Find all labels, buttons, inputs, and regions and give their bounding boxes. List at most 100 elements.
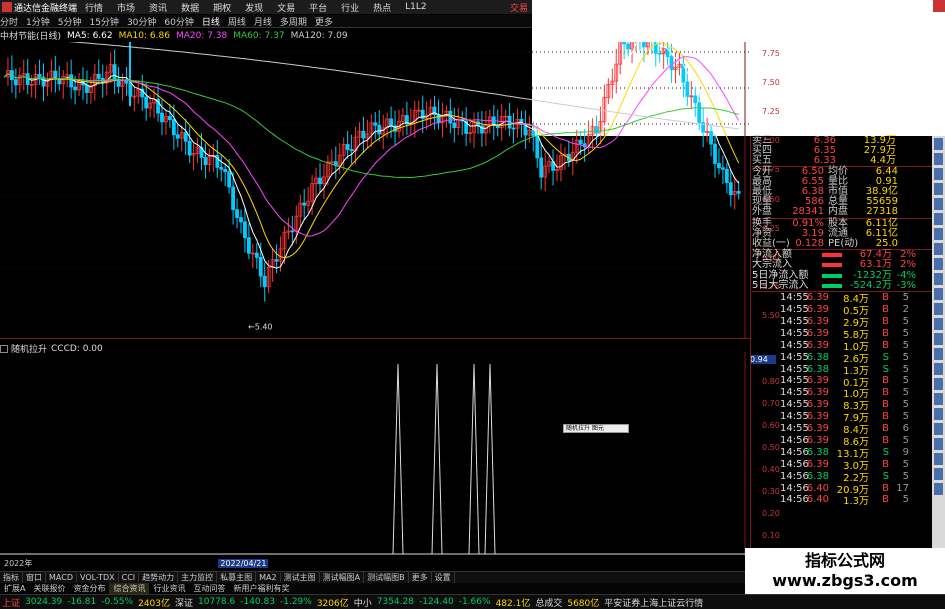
sidebar-button[interactable]	[934, 183, 943, 195]
indicator-tabs: 指标 窗口 MACD VOL-TDX CCI 趋势动力 主力监控 私募主图 MA2 测试主图 测试幅…	[0, 571, 750, 583]
indicator-tab[interactable]: 更多	[409, 572, 432, 583]
period-tab[interactable]: 5分钟	[58, 15, 82, 28]
flow-pct: -3%	[896, 279, 916, 291]
menu-item[interactable]: 行情	[85, 1, 103, 14]
sidebar-button[interactable]	[934, 453, 943, 465]
menu-item[interactable]: 行业	[341, 1, 359, 14]
tick-time: 14:55	[780, 411, 809, 423]
sidebar-button[interactable]	[934, 408, 943, 420]
sidebar-button[interactable]	[934, 288, 943, 300]
sidebar-button[interactable]	[934, 318, 943, 330]
sidebar-button[interactable]	[934, 153, 943, 165]
zx-amount: 482.1亿	[495, 598, 531, 609]
stat-label: 内盘	[828, 206, 848, 218]
ticks-list[interactable]: 14:55 6.39 8.4万 B 5 14:55 6.39 0.5万 B 2 14:55 6.39 2…	[752, 290, 932, 507]
menu-item[interactable]: 发现	[245, 1, 263, 14]
indicator-tab[interactable]: 指标	[0, 572, 23, 583]
sidebar-button[interactable]	[934, 273, 943, 285]
period-tab[interactable]: 周线	[228, 15, 246, 28]
indicator-tab[interactable]: MA2	[256, 573, 281, 582]
sidebar-button[interactable]	[934, 303, 943, 315]
cccd-spike	[468, 363, 480, 555]
sidebar-button[interactable]	[934, 423, 943, 435]
indicator-tab[interactable]: 主力监控	[178, 572, 218, 583]
zx-change: -124.40	[418, 597, 454, 607]
info-tab[interactable]: 互动问答	[189, 583, 229, 594]
sidebar-button[interactable]	[934, 468, 943, 480]
stat-label: 外盘	[752, 206, 772, 218]
sz-pct: -1.29%	[279, 597, 312, 607]
indicator-tab[interactable]: 窗口	[23, 572, 46, 583]
zx-value: 7354.28	[376, 597, 414, 607]
period-tab[interactable]: 15分钟	[89, 15, 118, 28]
sidebar-button[interactable]	[934, 138, 943, 150]
indicator-tab[interactable]: MACD	[46, 573, 77, 582]
period-tab[interactable]: 30分钟	[127, 15, 156, 28]
sidebar-button[interactable]	[934, 483, 943, 495]
info-tab[interactable]: 扩展A	[0, 583, 29, 594]
sidebar-button[interactable]	[934, 198, 943, 210]
candlestick-chart[interactable]: ←5.40	[0, 42, 750, 338]
period-tab[interactable]: 1分钟	[26, 15, 50, 28]
period-tab[interactable]: 60分钟	[164, 15, 193, 28]
tick-time: 14:55	[780, 327, 809, 339]
sidebar-button[interactable]	[934, 333, 943, 345]
flow-bar	[822, 263, 842, 268]
tick-count: 9	[902, 446, 909, 458]
period-tab[interactable]: 更多	[315, 15, 333, 28]
period-tab[interactable]: 多周期	[280, 15, 307, 28]
menu-item[interactable]: 期权	[213, 1, 231, 14]
broker-name: 平安证券上海上证云行情	[604, 598, 704, 609]
indicator-tab[interactable]: 趋势动力	[139, 572, 179, 583]
tick-price: 6.39	[806, 339, 829, 351]
info-tab[interactable]: 新用户福利有奖	[229, 583, 293, 594]
sidebar-button[interactable]	[934, 243, 943, 255]
ma5-label: MA5: 6.62	[67, 30, 113, 41]
indicator-chart[interactable]	[0, 352, 750, 556]
indicator-tab[interactable]: 测试幅图A	[320, 572, 365, 583]
info-tab[interactable]: 关联报价	[29, 583, 69, 594]
trade-button[interactable]: 交易	[510, 1, 528, 14]
menu-item[interactable]: 文易	[277, 1, 295, 14]
period-tab[interactable]: 日线	[202, 15, 220, 28]
indicator-popup[interactable]: 随机拉升 图元	[563, 424, 629, 433]
period-toolbar: 分时 1分钟 5分钟 15分钟 30分钟 60分钟 日线 周线 月线 多周期 更…	[0, 15, 532, 28]
menu-item[interactable]: 资讯	[149, 1, 167, 14]
indicator-tab[interactable]: 设置	[432, 572, 455, 583]
quote-panel: 卖三 6.36 13.9万 买四 6.35 27.9万 买五 6.33 4.4万…	[752, 136, 932, 553]
period-tab[interactable]: 月线	[254, 15, 272, 28]
app-title: 通达信金融终端	[14, 3, 78, 14]
sidebar-button[interactable]	[934, 348, 943, 360]
menu-item[interactable]: 热点	[373, 1, 391, 14]
indicator-tab[interactable]: CCI	[119, 573, 140, 582]
candle-body	[535, 135, 540, 159]
menu-item[interactable]: 平台	[309, 1, 327, 14]
indicator-tab[interactable]: 测试幅图B	[364, 572, 409, 583]
indicator-tab[interactable]: 私募主图	[217, 572, 257, 583]
tick-side: B	[882, 387, 889, 399]
candle-body	[223, 168, 228, 173]
tick-price: 6.40	[806, 494, 829, 506]
sidebar-button[interactable]	[934, 228, 943, 240]
sidebar-button[interactable]	[934, 393, 943, 405]
indicator-tab[interactable]: 测试主图	[281, 572, 320, 583]
info-tab[interactable]: 行业资讯	[149, 583, 189, 594]
sidebar-button[interactable]	[934, 213, 943, 225]
menu-item[interactable]: 市场	[117, 1, 135, 14]
candle-body	[167, 115, 172, 120]
sidebar-button[interactable]	[934, 378, 943, 390]
info-tab[interactable]: 综合资讯	[109, 582, 150, 594]
indicator-tab[interactable]: VOL-TDX	[77, 573, 119, 582]
period-tab[interactable]: 分时	[0, 15, 18, 28]
sidebar-button[interactable]	[934, 258, 943, 270]
menu-item[interactable]: L1L2	[405, 2, 426, 12]
sidebar-button[interactable]	[934, 438, 943, 450]
candle-body	[389, 118, 394, 127]
sidebar-button[interactable]	[934, 363, 943, 375]
info-tab[interactable]: 资金分布	[69, 583, 109, 594]
close-icon[interactable]	[933, 0, 945, 12]
flow-bar	[822, 253, 842, 258]
sidebar-button[interactable]	[934, 168, 943, 180]
menu-item[interactable]: 数据	[181, 1, 199, 14]
tick-time: 14:55	[780, 387, 809, 399]
